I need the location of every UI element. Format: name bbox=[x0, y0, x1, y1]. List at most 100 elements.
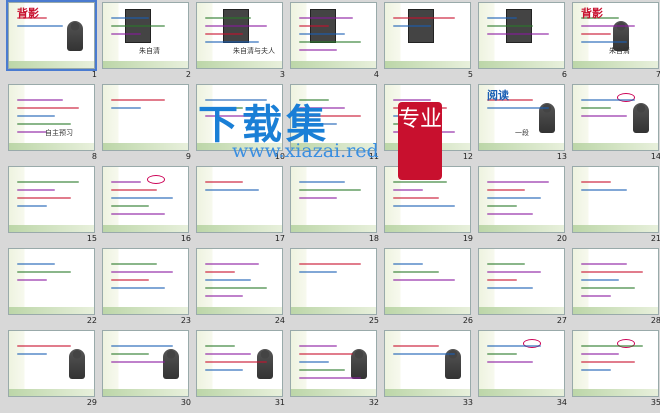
slide-number: 20 bbox=[556, 234, 567, 243]
slide-thumbnail-cell[interactable]: 31 bbox=[193, 329, 287, 411]
slide-number: 15 bbox=[86, 234, 97, 243]
slide-background bbox=[103, 167, 188, 232]
slide-thumbnail[interactable] bbox=[8, 330, 95, 397]
slide-thumbnail-cell[interactable]: 朱自清 2 bbox=[99, 1, 193, 83]
slide-footer-band bbox=[103, 143, 188, 150]
text-line-placeholder bbox=[299, 361, 329, 363]
slide-thumbnail[interactable]: 朱自清与夫人 bbox=[196, 2, 283, 69]
slide-footer-band bbox=[9, 61, 94, 68]
slide-thumbnail[interactable] bbox=[572, 84, 659, 151]
text-line-placeholder bbox=[205, 369, 243, 371]
slide-thumbnail-cell[interactable]: 29 bbox=[5, 329, 99, 411]
slide-thumbnail[interactable]: 阅读 一段 bbox=[478, 84, 565, 151]
slide-thumbnail-cell[interactable]: 20 bbox=[475, 165, 569, 247]
slide-background bbox=[103, 85, 188, 150]
slide-thumbnail-cell[interactable]: 30 bbox=[99, 329, 193, 411]
slide-number: 32 bbox=[368, 398, 379, 407]
slide-thumbnail-cell[interactable]: 6 bbox=[475, 1, 569, 83]
slide-number: 17 bbox=[274, 234, 285, 243]
slide-thumbnail[interactable] bbox=[196, 248, 283, 315]
slide-number: 31 bbox=[274, 398, 285, 407]
slide-thumbnail-cell[interactable]: 16 bbox=[99, 165, 193, 247]
slide-thumbnail-cell[interactable]: 33 bbox=[381, 329, 475, 411]
slide-thumbnail-cell[interactable]: 27 bbox=[475, 247, 569, 329]
slide-thumbnail[interactable]: 朱自清 bbox=[102, 2, 189, 69]
slide-thumbnail[interactable]: 背影 bbox=[6, 0, 97, 71]
slide-background bbox=[291, 249, 376, 314]
slide-thumbnail-cell[interactable]: 28 bbox=[569, 247, 660, 329]
slide-thumbnail-cell[interactable]: 18 bbox=[287, 165, 381, 247]
slide-footer-band bbox=[385, 389, 470, 396]
slide-background bbox=[291, 167, 376, 232]
slide-thumbnail[interactable]: 背影 朱自清 bbox=[572, 2, 659, 69]
slide-thumbnail[interactable] bbox=[290, 166, 377, 233]
slide-thumbnail[interactable] bbox=[196, 166, 283, 233]
slide-thumbnail-cell[interactable]: 朱自清与夫人 3 bbox=[193, 1, 287, 83]
slide-number: 4 bbox=[373, 70, 379, 79]
slide-thumbnail-cell[interactable]: 35 bbox=[569, 329, 660, 411]
slide-footer-band bbox=[9, 143, 94, 150]
text-line-placeholder bbox=[17, 123, 71, 125]
slide-thumbnail-cell[interactable]: 4 bbox=[287, 1, 381, 83]
slide-thumbnail[interactable] bbox=[478, 248, 565, 315]
slide-thumbnail[interactable] bbox=[384, 248, 471, 315]
slide-thumbnail-cell[interactable]: 34 bbox=[475, 329, 569, 411]
text-line-placeholder bbox=[299, 25, 329, 27]
slide-thumbnail[interactable] bbox=[8, 166, 95, 233]
text-line-placeholder bbox=[205, 189, 259, 191]
slide-thumbnail[interactable] bbox=[572, 330, 659, 397]
slide-thumbnail-cell[interactable]: 9 bbox=[99, 83, 193, 165]
slide-number: 27 bbox=[556, 316, 567, 325]
text-line-placeholder bbox=[17, 25, 63, 27]
slide-thumbnail-cell[interactable]: 24 bbox=[193, 247, 287, 329]
slide-number: 25 bbox=[368, 316, 379, 325]
slide-thumbnail[interactable] bbox=[478, 330, 565, 397]
slide-thumbnail-cell[interactable]: 32 bbox=[287, 329, 381, 411]
slide-thumbnail[interactable] bbox=[8, 248, 95, 315]
slide-thumbnail-cell[interactable]: 5 bbox=[381, 1, 475, 83]
slide-thumbnail-cell[interactable]: 背影 朱自清 7 bbox=[569, 1, 660, 83]
slide-thumbnail-cell[interactable]: 背影 1 bbox=[5, 0, 99, 83]
slide-thumbnail[interactable] bbox=[384, 330, 471, 397]
slide-thumbnail[interactable] bbox=[102, 248, 189, 315]
slide-thumbnail[interactable] bbox=[572, 166, 659, 233]
slide-footer-band bbox=[197, 61, 282, 68]
slide-number: 24 bbox=[274, 316, 285, 325]
text-line-placeholder bbox=[487, 213, 533, 215]
slide-thumbnail-cell[interactable]: 15 bbox=[5, 165, 99, 247]
text-line-placeholder bbox=[581, 295, 611, 297]
slide-thumbnail[interactable] bbox=[478, 166, 565, 233]
slide-thumbnail[interactable] bbox=[102, 84, 189, 151]
slide-thumbnail[interactable]: 自主预习 bbox=[8, 84, 95, 151]
slide-thumbnail[interactable] bbox=[102, 166, 189, 233]
slide-thumbnail-cell[interactable]: 自主预习 8 bbox=[5, 83, 99, 165]
text-line-placeholder bbox=[581, 41, 627, 43]
slide-thumbnail[interactable] bbox=[102, 330, 189, 397]
slide-thumbnail[interactable] bbox=[196, 330, 283, 397]
slide-thumbnail-cell[interactable]: 阅读 一段 13 bbox=[475, 83, 569, 165]
slide-thumbnail-cell[interactable]: 14 bbox=[569, 83, 660, 165]
slide-thumbnail[interactable] bbox=[290, 248, 377, 315]
text-line-placeholder bbox=[299, 353, 353, 355]
figure-silhouette-icon bbox=[69, 349, 85, 379]
slide-thumbnail[interactable] bbox=[290, 2, 377, 69]
text-line-placeholder bbox=[299, 263, 361, 265]
slide-thumbnail-cell[interactable]: 25 bbox=[287, 247, 381, 329]
slide-thumbnail[interactable] bbox=[572, 248, 659, 315]
text-line-placeholder bbox=[393, 271, 439, 273]
text-line-placeholder bbox=[205, 295, 243, 297]
slide-thumbnail-cell[interactable]: 17 bbox=[193, 165, 287, 247]
text-line-placeholder bbox=[111, 189, 157, 191]
slide-thumbnail-cell[interactable]: 26 bbox=[381, 247, 475, 329]
slide-thumbnail[interactable] bbox=[384, 2, 471, 69]
text-line-placeholder bbox=[205, 263, 259, 265]
text-line-placeholder bbox=[111, 107, 141, 109]
slide-thumbnail[interactable] bbox=[290, 330, 377, 397]
slide-footer-band bbox=[103, 307, 188, 314]
slide-thumbnail-cell[interactable]: 22 bbox=[5, 247, 99, 329]
slide-thumbnail[interactable] bbox=[478, 2, 565, 69]
slide-thumbnail-cell[interactable]: 23 bbox=[99, 247, 193, 329]
text-line-placeholder bbox=[111, 361, 165, 363]
slide-number: 5 bbox=[467, 70, 473, 79]
slide-thumbnail-cell[interactable]: 21 bbox=[569, 165, 660, 247]
